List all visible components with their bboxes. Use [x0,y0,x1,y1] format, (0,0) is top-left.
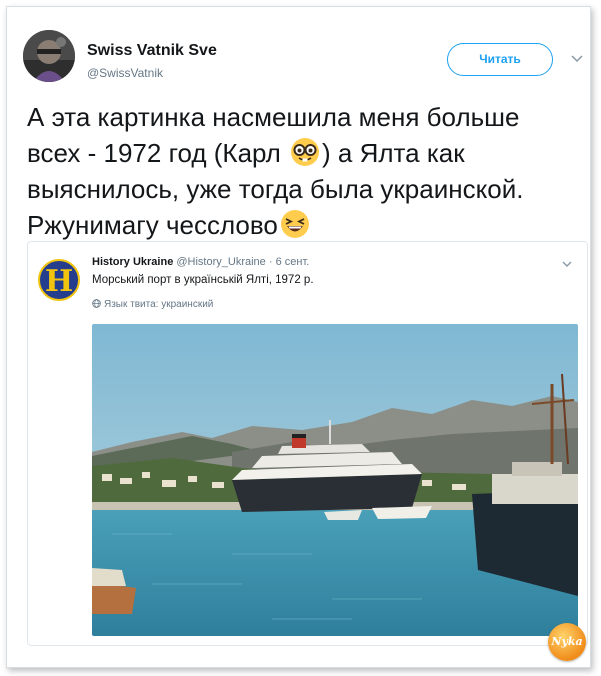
tweet-text-segment: ) а Ялта как [322,138,465,168]
watermark-text: Nyka [551,635,583,648]
author-avatar[interactable] [23,30,75,82]
chevron-down-icon[interactable] [561,258,573,270]
quoted-photo[interactable] [92,324,578,636]
tweet-text-segment: всех - 1972 год (Карл [27,138,289,168]
author-name[interactable]: Swiss Vatnik Sve [87,42,217,60]
tweet-text-line: Ржунимагу чесслово [27,207,582,243]
tweet-text-line: всех - 1972 год (Карл ) а Ялта как [27,135,582,171]
tweet-card: Swiss Vatnik Sve @SwissVatnik Читать А э… [6,6,591,668]
quoted-text: Морський порт в українській Ялті, 1972 р… [92,274,314,286]
tweet-text-segment: Ржунимагу чесслово [27,210,278,240]
chevron-down-icon[interactable] [570,51,584,65]
quoted-language-label: Язык твита: украинский [104,299,214,310]
tweet-text-line: А эта картинка насмешила меня больше [27,102,520,132]
laughing-face-emoji-icon [280,210,309,238]
quoted-separator: · [268,256,273,268]
quoted-header: History Ukraine @History_Ukraine · 6 сен… [92,256,309,268]
globe-icon [92,299,101,308]
quoted-tweet[interactable]: H History Ukraine @History_Ukraine · 6 с… [27,241,588,646]
quoted-language-note[interactable]: Язык твита: украинский [92,299,213,310]
follow-button[interactable]: Читать [447,43,553,76]
quoted-date[interactable]: 6 сент. [276,256,310,268]
quoted-avatar[interactable]: H [38,259,80,301]
quoted-author-handle[interactable]: @History_Ukraine [176,256,265,268]
site-watermark-logo: Nyka [548,623,586,661]
tweet-text-line: выяснилось, уже тогда была украинской. [27,174,524,204]
tweet-text: А эта картинка насмешила меня больше все… [27,99,582,243]
quoted-author-name[interactable]: History Ukraine [92,256,173,268]
nerd-face-emoji-icon [291,138,320,166]
author-handle[interactable]: @SwissVatnik [87,66,163,80]
